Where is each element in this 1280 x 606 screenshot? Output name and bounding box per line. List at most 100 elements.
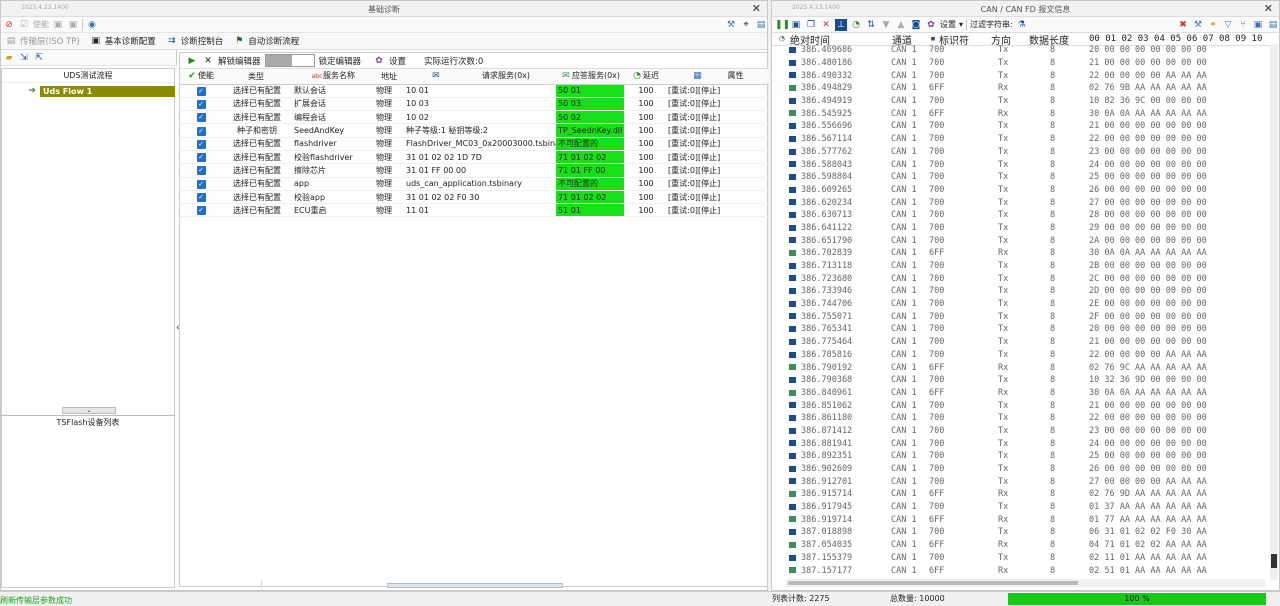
can-message-row[interactable]: 386.790192 CAN 1 6FF Rx 8 02 76 9C AA AA AA A…	[772, 361, 1269, 374]
camera-icon[interactable]: ◙	[910, 19, 922, 31]
can-message-row[interactable]: 386.733946 CAN 1 700 Tx 8 2D 00 00 00 00 00 0…	[772, 285, 1269, 298]
table-row[interactable]: ✓ 选择已有配置 扩展会话 物理 10 03 50 03 100 [重试:0][停止]	[180, 97, 769, 112]
can-message-row[interactable]: 387.054035 CAN 1 6FF Rx 8 04 71 01 02 02 AA A…	[772, 539, 1269, 552]
open-folder-icon[interactable]: ▰	[3, 52, 15, 64]
arrow-down-icon[interactable]: ▼	[880, 19, 892, 31]
enable-checkbox[interactable]: ✓	[180, 110, 220, 125]
col-delay[interactable]: ◔ 延迟	[624, 69, 666, 85]
enable-checkbox[interactable]: ✓	[180, 137, 220, 151]
can-message-row[interactable]: 386.480186 CAN 1 700 Tx 8 21 00 00 00 00 00 0…	[772, 57, 1269, 70]
close-icon[interactable]: ✕	[752, 2, 761, 15]
clock-icon[interactable]: ◔	[850, 19, 862, 31]
enable-checkbox[interactable]: ✓	[180, 84, 220, 98]
table-row[interactable]: ✓ 种子和密钥 SeedAndKey 物理 种子等级:1 秘钥等级:2 TP_SeednK…	[180, 123, 769, 138]
table-row[interactable]: ✓ 选择已有配置 flashdriver 物理 FlashDriver_MC03_0x2…	[180, 137, 769, 151]
disconnect-icon[interactable]: ⊘	[3, 19, 15, 31]
funnel-icon[interactable]: ▽	[1222, 19, 1234, 31]
can-message-row[interactable]: 387.018898 CAN 1 700 Tx 8 06 31 01 02 02 F0 3…	[772, 526, 1269, 539]
col-enable[interactable]: ✔ 使能	[180, 69, 220, 85]
table-row[interactable]: ✓ 选择已有配置 校验flashdriver 物理 31 01 02 02 1D 7D 7…	[180, 150, 769, 165]
can-message-row[interactable]: 386.881941 CAN 1 700 Tx 8 24 00 00 00 00 00 0…	[772, 437, 1269, 450]
table-row[interactable]: ✓ 选择已有配置 编程会话 物理 10 02 50 02 100 [重试:0][停止]	[180, 110, 769, 125]
split-icon[interactable]: ⑂	[1237, 19, 1249, 31]
can-message-row[interactable]: 386.765341 CAN 1 700 Tx 8 20 00 00 00 00 00 0…	[772, 323, 1269, 336]
copy-icon[interactable]: ❐	[805, 19, 817, 31]
can-message-row[interactable]: 386.840961 CAN 1 6FF Rx 8 30 0A 0A AA AA AA A…	[772, 387, 1269, 400]
table-row[interactable]: ✓ 选择已有配置 擦除芯片 物理 31 01 FF 00 00 71 01 FF 00 10…	[180, 163, 769, 178]
can-message-row[interactable]: 386.915714 CAN 1 6FF Rx 8 02 76 9D AA AA AA A…	[772, 488, 1269, 501]
can-message-row[interactable]: 386.744706 CAN 1 700 Tx 8 2E 00 00 00 00 00 0…	[772, 298, 1269, 311]
checkbox-checked-icon[interactable]: ✓	[196, 99, 206, 109]
can-message-row[interactable]: 386.861180 CAN 1 700 Tx 8 22 00 00 00 00 00 0…	[772, 412, 1269, 425]
clear-filter-icon[interactable]: ✖	[1177, 19, 1189, 31]
save-icon[interactable]: ▣	[790, 19, 802, 31]
col-service-name[interactable]: abc服务名称	[292, 69, 374, 85]
can-message-row[interactable]: 386.577762 CAN 1 700 Tx 8 23 00 00 00 00 00 0…	[772, 146, 1269, 159]
can-message-row[interactable]: 386.892351 CAN 1 700 Tx 8 25 00 00 00 00 00 0…	[772, 450, 1269, 463]
can-message-row[interactable]: 386.567114 CAN 1 700 Tx 8 22 00 00 00 00 00 0…	[772, 133, 1269, 146]
col-request[interactable]: ✉ 请求服务(0x)	[404, 69, 556, 85]
col-attributes[interactable]: ▦ 属性	[666, 69, 769, 85]
horizontal-scrollbar[interactable]	[786, 579, 1265, 587]
can-message-row[interactable]: 386.917945 CAN 1 700 Tx 8 01 37 AA AA AA AA A…	[772, 501, 1269, 514]
play-icon[interactable]: ▶	[186, 55, 198, 67]
can-message-row[interactable]: 386.912701 CAN 1 700 Tx 8 27 00 00 00 00 AA A…	[772, 475, 1269, 488]
can-message-row[interactable]: 386.620234 CAN 1 700 Tx 8 27 00 00 00 00 00 0…	[772, 196, 1269, 209]
stop-icon[interactable]: ✕	[202, 55, 214, 67]
enable-label[interactable]: 使能	[33, 19, 49, 30]
save-as-icon[interactable]: ▣	[67, 19, 79, 31]
gear-icon[interactable]: ✿	[373, 55, 385, 67]
user-search-icon[interactable]: ◉	[86, 19, 98, 31]
can-message-row[interactable]: 386.871412 CAN 1 700 Tx 8 23 00 00 00 00 00 0…	[772, 425, 1269, 438]
enable-checkbox[interactable]: ✓	[180, 97, 220, 112]
scroll-lock-icon[interactable]: ⊥	[835, 18, 847, 31]
col-type[interactable]: 类型	[220, 69, 292, 85]
checkbox-checked-icon[interactable]: ✓	[196, 113, 206, 123]
can-message-row[interactable]: 386.630713 CAN 1 700 Tx 8 28 00 00 00 00 00 0…	[772, 209, 1269, 222]
tab-basic-config[interactable]: ▣ 基本诊断配置	[90, 35, 155, 47]
arrow-up-icon[interactable]: ▲	[895, 19, 907, 31]
can-message-row[interactable]: 386.851062 CAN 1 700 Tx 8 21 00 00 00 00 00 0…	[772, 399, 1269, 412]
can-message-row[interactable]: 386.651790 CAN 1 700 Tx 8 2A 00 00 00 00 00 0…	[772, 234, 1269, 247]
scrollbar-thumb[interactable]	[788, 581, 1078, 585]
checkbox-checked-icon[interactable]: ✓	[196, 179, 206, 189]
clear-icon[interactable]: ✕	[820, 19, 832, 31]
can-message-row[interactable]: 386.755071 CAN 1 700 Tx 8 2F 00 00 00 00 00 0…	[772, 310, 1269, 323]
settings-dropdown[interactable]: 设置	[940, 19, 956, 30]
tab-transport-layer[interactable]: ▤ 传输层(ISO TP)	[5, 35, 80, 47]
layout-icon[interactable]: ▤	[755, 19, 767, 31]
table-row[interactable]: ✓ 选择已有配置 ECU重启 物理 11 01 51 01 100 [重试:0][停止]	[180, 203, 769, 218]
can-message-row[interactable]: 386.790368 CAN 1 700 Tx 8 10 32 36 9D 00 00 0…	[772, 374, 1269, 387]
can-message-row[interactable]: 386.702839 CAN 1 6FF Rx 8 30 0A 0A AA AA AA A…	[772, 247, 1269, 260]
pause-icon[interactable]: ❚❚	[775, 19, 790, 31]
checkbox-checked-icon[interactable]: ✓	[196, 86, 206, 96]
header-bytes[interactable]: 00 01 02 03 04 05 06 07 08 09 10	[1089, 34, 1262, 44]
gear-icon[interactable]: ✿	[925, 19, 937, 31]
can-message-row[interactable]: 386.556696 CAN 1 700 Tx 8 21 00 00 00 00 00 0…	[772, 120, 1269, 133]
scrollbar-thumb[interactable]	[1271, 554, 1277, 568]
can-message-row[interactable]: 386.713118 CAN 1 700 Tx 8 2B 00 00 00 00 00 0…	[772, 260, 1269, 273]
can-message-row[interactable]: 386.469686 CAN 1 700 Tx 8 20 00 00 00 00 00 0…	[772, 44, 1269, 57]
pin-icon[interactable]: ⌖	[740, 19, 752, 31]
can-message-row[interactable]: 386.723680 CAN 1 700 Tx 8 2C 00 00 00 00 00 0…	[772, 272, 1269, 285]
save-icon[interactable]: ▣	[52, 19, 64, 31]
table-row[interactable]: ✓ 选择已有配置 校验app 物理 31 01 02 02 F0 30 71 01 02 …	[180, 190, 769, 205]
link-icon[interactable]: ⚭	[1207, 19, 1219, 31]
flow-item[interactable]: ➔ Uds Flow 1	[26, 85, 175, 97]
can-message-row[interactable]: 386.598804 CAN 1 700 Tx 8 25 00 00 00 00 00 0…	[772, 171, 1269, 184]
window-icon[interactable]: ▣	[1252, 19, 1264, 31]
can-message-row[interactable]: 386.785816 CAN 1 700 Tx 8 22 00 00 00 00 AA A…	[772, 349, 1269, 362]
can-message-row[interactable]: 386.588043 CAN 1 700 Tx 8 24 00 00 00 00 00 0…	[772, 158, 1269, 171]
enable-checkbox[interactable]: ✓	[180, 190, 220, 205]
import-icon[interactable]: ⇲	[18, 52, 30, 64]
checkbox-checked-icon[interactable]: ✓	[196, 153, 206, 163]
can-message-row[interactable]: 386.902609 CAN 1 700 Tx 8 26 00 00 00 00 00 0…	[772, 463, 1269, 476]
table-row[interactable]: ✓ 选择已有配置 app 物理 uds_can_application.tsbinary…	[180, 177, 769, 191]
can-message-row[interactable]: 386.609265 CAN 1 700 Tx 8 26 00 00 00 00 00 0…	[772, 184, 1269, 197]
lock-editor-label[interactable]: 锁定编辑器	[319, 55, 362, 67]
checkbox-checked-icon[interactable]: ✓	[196, 166, 206, 176]
bottom-splitter[interactable]	[387, 583, 563, 588]
tab-console[interactable]: ⇉ 诊断控制台	[166, 35, 223, 47]
can-message-row[interactable]: 386.775464 CAN 1 700 Tx 8 21 00 00 00 00 00 0…	[772, 336, 1269, 349]
filter-icon[interactable]: ⚗	[1016, 19, 1028, 31]
